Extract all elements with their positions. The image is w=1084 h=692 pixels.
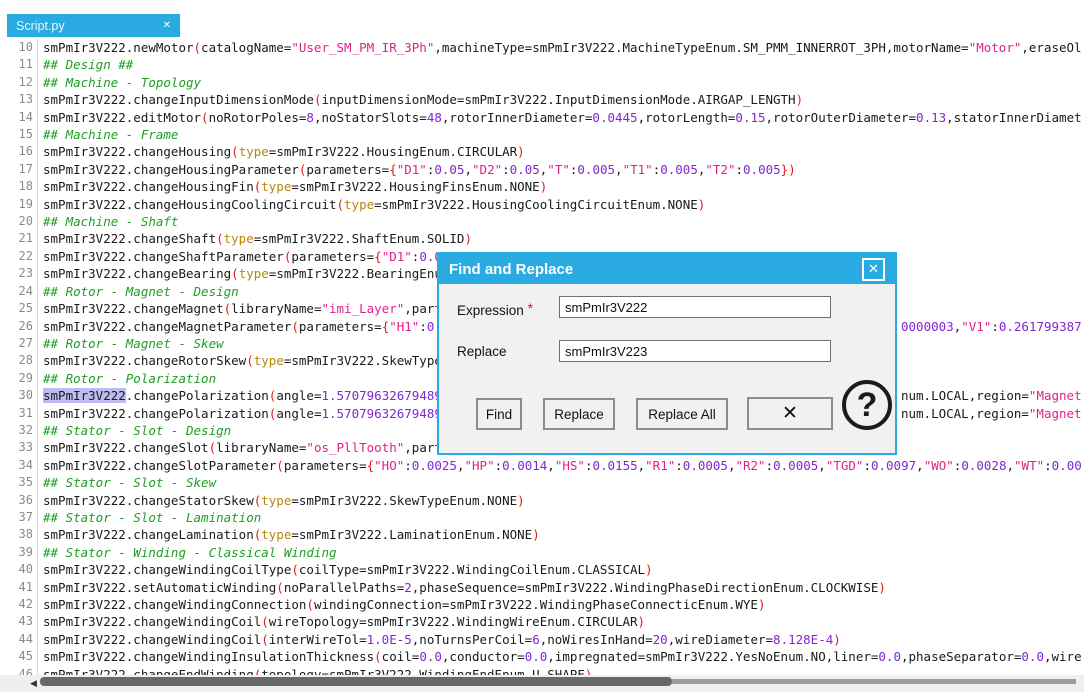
- code-line[interactable]: 18smPmIr3V222.changeHousingFin(type=smPm…: [0, 178, 1084, 195]
- line-number: 39: [0, 544, 38, 561]
- code-line[interactable]: 34smPmIr3V222.changeSlotParameter(parame…: [0, 457, 1084, 474]
- replace-input[interactable]: [559, 340, 831, 362]
- code-line[interactable]: 14smPmIr3V222.editMotor(noRotorPoles=8,n…: [0, 109, 1084, 126]
- line-number: 19: [0, 196, 38, 213]
- find-match-highlight: smPmIr3V222: [43, 388, 126, 403]
- line-number: 38: [0, 526, 38, 543]
- line-number: 12: [0, 74, 38, 91]
- code-line[interactable]: 42smPmIr3V222.changeWindingConnection(wi…: [0, 596, 1084, 613]
- code-line[interactable]: 45smPmIr3V222.changeWindingInsulationThi…: [0, 648, 1084, 665]
- code-line[interactable]: 37## Stator - Slot - Lamination: [0, 509, 1084, 526]
- code-line[interactable]: 36smPmIr3V222.changeStatorSkew(type=smPm…: [0, 492, 1084, 509]
- required-asterisk: *: [528, 300, 533, 316]
- line-number: 13: [0, 91, 38, 108]
- app-window: Script.py ✕ 10smPmIr3V222.newMotor(catal…: [0, 0, 1084, 692]
- tab-close-icon[interactable]: ✕: [163, 21, 171, 31]
- line-number: 36: [0, 492, 38, 509]
- expression-label: Expression *: [457, 300, 533, 318]
- tab-title: Script.py: [16, 19, 163, 33]
- code-line[interactable]: 44smPmIr3V222.changeWindingCoil(interWir…: [0, 631, 1084, 648]
- line-number: 27: [0, 335, 38, 352]
- replace-button[interactable]: Replace: [543, 398, 615, 430]
- dialog-body: Expression * Replace Find Replace Replac…: [439, 284, 895, 453]
- replace-label: Replace: [457, 344, 507, 359]
- line-number: 30: [0, 387, 38, 404]
- line-number: 16: [0, 143, 38, 160]
- cancel-button[interactable]: ✕: [747, 397, 833, 430]
- line-number: 22: [0, 248, 38, 265]
- line-number: 44: [0, 631, 38, 648]
- code-line[interactable]: 11## Design ##: [0, 56, 1084, 73]
- line-number: 18: [0, 178, 38, 195]
- code-line[interactable]: 12## Machine - Topology: [0, 74, 1084, 91]
- line-number: 43: [0, 613, 38, 630]
- find-button[interactable]: Find: [476, 398, 522, 430]
- code-line[interactable]: 20## Machine - Shaft: [0, 213, 1084, 230]
- code-line[interactable]: 43smPmIr3V222.changeWindingCoil(wireTopo…: [0, 613, 1084, 630]
- line-number: 37: [0, 509, 38, 526]
- line-number: 11: [0, 56, 38, 73]
- line-number: 14: [0, 109, 38, 126]
- line-number: 45: [0, 648, 38, 665]
- line-number: 23: [0, 265, 38, 282]
- tab-script-py[interactable]: Script.py ✕: [7, 14, 180, 37]
- line-number: 41: [0, 579, 38, 596]
- line-number: 29: [0, 370, 38, 387]
- line-number: 20: [0, 213, 38, 230]
- code-line[interactable]: 21smPmIr3V222.changeShaft(type=smPmIr3V2…: [0, 230, 1084, 247]
- dialog-title: Find and Replace: [449, 261, 573, 278]
- expression-input[interactable]: [559, 296, 831, 318]
- line-number: 33: [0, 439, 38, 456]
- code-line[interactable]: 15## Machine - Frame: [0, 126, 1084, 143]
- line-number: 32: [0, 422, 38, 439]
- line-number: 15: [0, 126, 38, 143]
- code-line[interactable]: 19smPmIr3V222.changeHousingCoolingCircui…: [0, 196, 1084, 213]
- find-replace-dialog: Find and Replace ✕ Expression * Replace …: [437, 252, 897, 455]
- code-line[interactable]: 39## Stator - Winding - Classical Windin…: [0, 544, 1084, 561]
- line-number: 31: [0, 405, 38, 422]
- help-icon[interactable]: ?: [842, 380, 892, 430]
- code-line[interactable]: 10smPmIr3V222.newMotor(catalogName="User…: [0, 39, 1084, 56]
- line-number: 26: [0, 318, 38, 335]
- line-number: 25: [0, 300, 38, 317]
- line-number: 24: [0, 283, 38, 300]
- line-number: 35: [0, 474, 38, 491]
- dialog-close-icon[interactable]: ✕: [862, 258, 885, 281]
- code-line[interactable]: 17smPmIr3V222.changeHousingParameter(par…: [0, 161, 1084, 178]
- horizontal-scrollbar[interactable]: ◀: [0, 675, 1084, 692]
- replace-all-button[interactable]: Replace All: [636, 398, 728, 430]
- dialog-titlebar[interactable]: Find and Replace ✕: [439, 254, 895, 284]
- line-number: 42: [0, 596, 38, 613]
- code-line[interactable]: 38smPmIr3V222.changeLamination(type=smPm…: [0, 526, 1084, 543]
- line-number: 21: [0, 230, 38, 247]
- code-line[interactable]: 40smPmIr3V222.changeWindingCoilType(coil…: [0, 561, 1084, 578]
- scroll-left-arrow-icon[interactable]: ◀: [30, 678, 37, 689]
- scrollbar-track[interactable]: [672, 679, 1076, 684]
- line-number: 17: [0, 161, 38, 178]
- code-line[interactable]: 13smPmIr3V222.changeInputDimensionMode(i…: [0, 91, 1084, 108]
- line-number: 40: [0, 561, 38, 578]
- code-line[interactable]: 16smPmIr3V222.changeHousing(type=smPmIr3…: [0, 143, 1084, 160]
- code-line[interactable]: 35## Stator - Slot - Skew: [0, 474, 1084, 491]
- scrollbar-thumb[interactable]: [40, 677, 672, 686]
- code-line[interactable]: 41smPmIr3V222.setAutomaticWinding(noPara…: [0, 579, 1084, 596]
- line-number: 10: [0, 39, 38, 56]
- line-number: 28: [0, 352, 38, 369]
- line-number: 34: [0, 457, 38, 474]
